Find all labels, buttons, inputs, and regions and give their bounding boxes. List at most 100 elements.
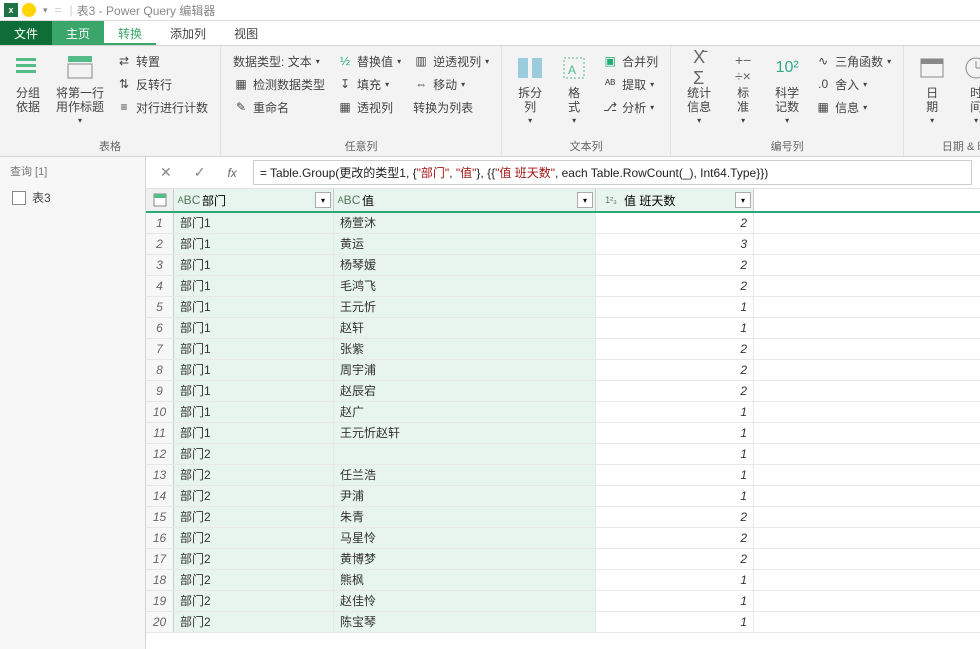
filter-dropdown-icon[interactable]: ▾ — [735, 192, 751, 208]
format-button[interactable]: A 格 式▾ — [554, 50, 594, 130]
tab-view[interactable]: 视图 — [220, 21, 272, 45]
cell-dept[interactable]: 部门1 — [174, 213, 334, 233]
table-row[interactable]: 6部门1赵轩1 — [146, 318, 980, 339]
confirm-icon[interactable]: ✓ — [188, 164, 212, 181]
cell-count[interactable]: 2 — [596, 381, 754, 401]
cell-count[interactable]: 2 — [596, 528, 754, 548]
cell-value[interactable]: 黄博梦 — [334, 549, 596, 569]
cell-value[interactable]: 朱青 — [334, 507, 596, 527]
row-number[interactable]: 18 — [146, 570, 174, 590]
cell-dept[interactable]: 部门2 — [174, 612, 334, 632]
cell-dept[interactable]: 部门1 — [174, 402, 334, 422]
row-number[interactable]: 16 — [146, 528, 174, 548]
row-number[interactable]: 6 — [146, 318, 174, 338]
row-number[interactable]: 20 — [146, 612, 174, 632]
table-row[interactable]: 13部门2任兰浩1 — [146, 465, 980, 486]
cell-value[interactable]: 陈宝琴 — [334, 612, 596, 632]
cell-value[interactable] — [334, 444, 596, 464]
cell-count[interactable]: 2 — [596, 276, 754, 296]
table-row[interactable]: 16部门2马星怜2 — [146, 528, 980, 549]
row-number[interactable]: 5 — [146, 297, 174, 317]
cell-count[interactable]: 1 — [596, 570, 754, 590]
cell-dept[interactable]: 部门1 — [174, 297, 334, 317]
cell-dept[interactable]: 部门1 — [174, 318, 334, 338]
table-row[interactable]: 7部门1张紫2 — [146, 339, 980, 360]
cell-dept[interactable]: 部门1 — [174, 234, 334, 254]
cell-value[interactable]: 赵辰宕 — [334, 381, 596, 401]
fx-icon[interactable]: fx — [221, 166, 242, 180]
cell-dept[interactable]: 部门1 — [174, 423, 334, 443]
row-number[interactable]: 11 — [146, 423, 174, 443]
datatype-button[interactable]: 数据类型: 文本 ▾ — [229, 50, 329, 72]
row-number[interactable]: 1 — [146, 213, 174, 233]
cell-value[interactable]: 杨琴嫒 — [334, 255, 596, 275]
table-row[interactable]: 11部门1王元忻赵轩1 — [146, 423, 980, 444]
cell-dept[interactable]: 部门2 — [174, 528, 334, 548]
row-number[interactable]: 19 — [146, 591, 174, 611]
column-header-dept[interactable]: ABC 部门 ▾ — [174, 189, 334, 211]
cell-value[interactable]: 赵佳怜 — [334, 591, 596, 611]
table-row[interactable]: 14部门2尹浦1 — [146, 486, 980, 507]
cell-value[interactable]: 赵广 — [334, 402, 596, 422]
split-column-button[interactable]: 拆分 列▾ — [510, 50, 550, 130]
table-row[interactable]: 8部门1周宇浦2 — [146, 360, 980, 381]
cell-value[interactable]: 王元忻 — [334, 297, 596, 317]
cell-value[interactable]: 马星怜 — [334, 528, 596, 548]
table-row[interactable]: 19部门2赵佳怜1 — [146, 591, 980, 612]
date-button[interactable]: 日 期▾ — [912, 50, 952, 130]
row-number[interactable]: 10 — [146, 402, 174, 422]
unpivot-button[interactable]: ▥逆透视列 ▾ — [409, 50, 493, 72]
tab-addcolumn[interactable]: 添加列 — [156, 21, 220, 45]
cell-dept[interactable]: 部门1 — [174, 339, 334, 359]
cell-count[interactable]: 1 — [596, 297, 754, 317]
cell-dept[interactable]: 部门1 — [174, 381, 334, 401]
cell-count[interactable]: 2 — [596, 255, 754, 275]
move-button[interactable]: ⇔移动 ▾ — [409, 73, 493, 95]
cell-value[interactable]: 熊枫 — [334, 570, 596, 590]
cell-count[interactable]: 1 — [596, 591, 754, 611]
table-row[interactable]: 12部门21 — [146, 444, 980, 465]
scientific-button[interactable]: 10² 科学 记数▾ — [767, 50, 807, 130]
column-header-count[interactable]: 1²₃ 值 班天数 ▾ — [596, 189, 754, 211]
cell-value[interactable]: 毛鸿飞 — [334, 276, 596, 296]
info-button[interactable]: ▦信息 ▾ — [811, 96, 895, 118]
cell-dept[interactable]: 部门2 — [174, 507, 334, 527]
firstrow-header-button[interactable]: 将第一行 用作标题▾ — [52, 50, 108, 130]
query-item[interactable]: 表3 — [0, 185, 145, 210]
select-all-corner[interactable] — [146, 189, 174, 211]
standard-button[interactable]: +−÷× 标 准▾ — [723, 50, 763, 130]
cell-dept[interactable]: 部门1 — [174, 276, 334, 296]
rename-button[interactable]: ✎重命名 — [229, 96, 329, 118]
cell-count[interactable]: 2 — [596, 339, 754, 359]
cell-dept[interactable]: 部门2 — [174, 486, 334, 506]
cell-count[interactable]: 1 — [596, 444, 754, 464]
cell-value[interactable]: 张紫 — [334, 339, 596, 359]
cell-dept[interactable]: 部门2 — [174, 465, 334, 485]
fill-button[interactable]: ↧填充 ▾ — [333, 73, 405, 95]
trig-button[interactable]: ∿三角函数 ▾ — [811, 50, 895, 72]
transpose-button[interactable]: ⇄转置 — [112, 50, 212, 72]
table-row[interactable]: 1部门1杨萱沐2 — [146, 213, 980, 234]
cell-dept[interactable]: 部门2 — [174, 591, 334, 611]
cell-count[interactable]: 2 — [596, 549, 754, 569]
table-row[interactable]: 4部门1毛鸿飞2 — [146, 276, 980, 297]
parse-button[interactable]: ⎇分析 ▾ — [598, 96, 662, 118]
table-row[interactable]: 15部门2朱青2 — [146, 507, 980, 528]
cell-dept[interactable]: 部门2 — [174, 570, 334, 590]
detect-datatype-button[interactable]: ▦检测数据类型 — [229, 73, 329, 95]
row-number[interactable]: 14 — [146, 486, 174, 506]
row-number[interactable]: 3 — [146, 255, 174, 275]
table-row[interactable]: 3部门1杨琴嫒2 — [146, 255, 980, 276]
tab-home[interactable]: 主页 — [52, 21, 104, 45]
table-row[interactable]: 5部门1王元忻1 — [146, 297, 980, 318]
replace-values-button[interactable]: ½替换值 ▾ — [333, 50, 405, 72]
cell-value[interactable]: 杨萱沐 — [334, 213, 596, 233]
row-number[interactable]: 2 — [146, 234, 174, 254]
merge-columns-button[interactable]: ▣合并列 — [598, 50, 662, 72]
tab-transform[interactable]: 转换 — [104, 21, 156, 45]
row-number[interactable]: 17 — [146, 549, 174, 569]
tolist-button[interactable]: 转换为列表 — [409, 96, 493, 118]
cell-value[interactable]: 尹浦 — [334, 486, 596, 506]
filter-dropdown-icon[interactable]: ▾ — [577, 192, 593, 208]
cell-dept[interactable]: 部门2 — [174, 444, 334, 464]
